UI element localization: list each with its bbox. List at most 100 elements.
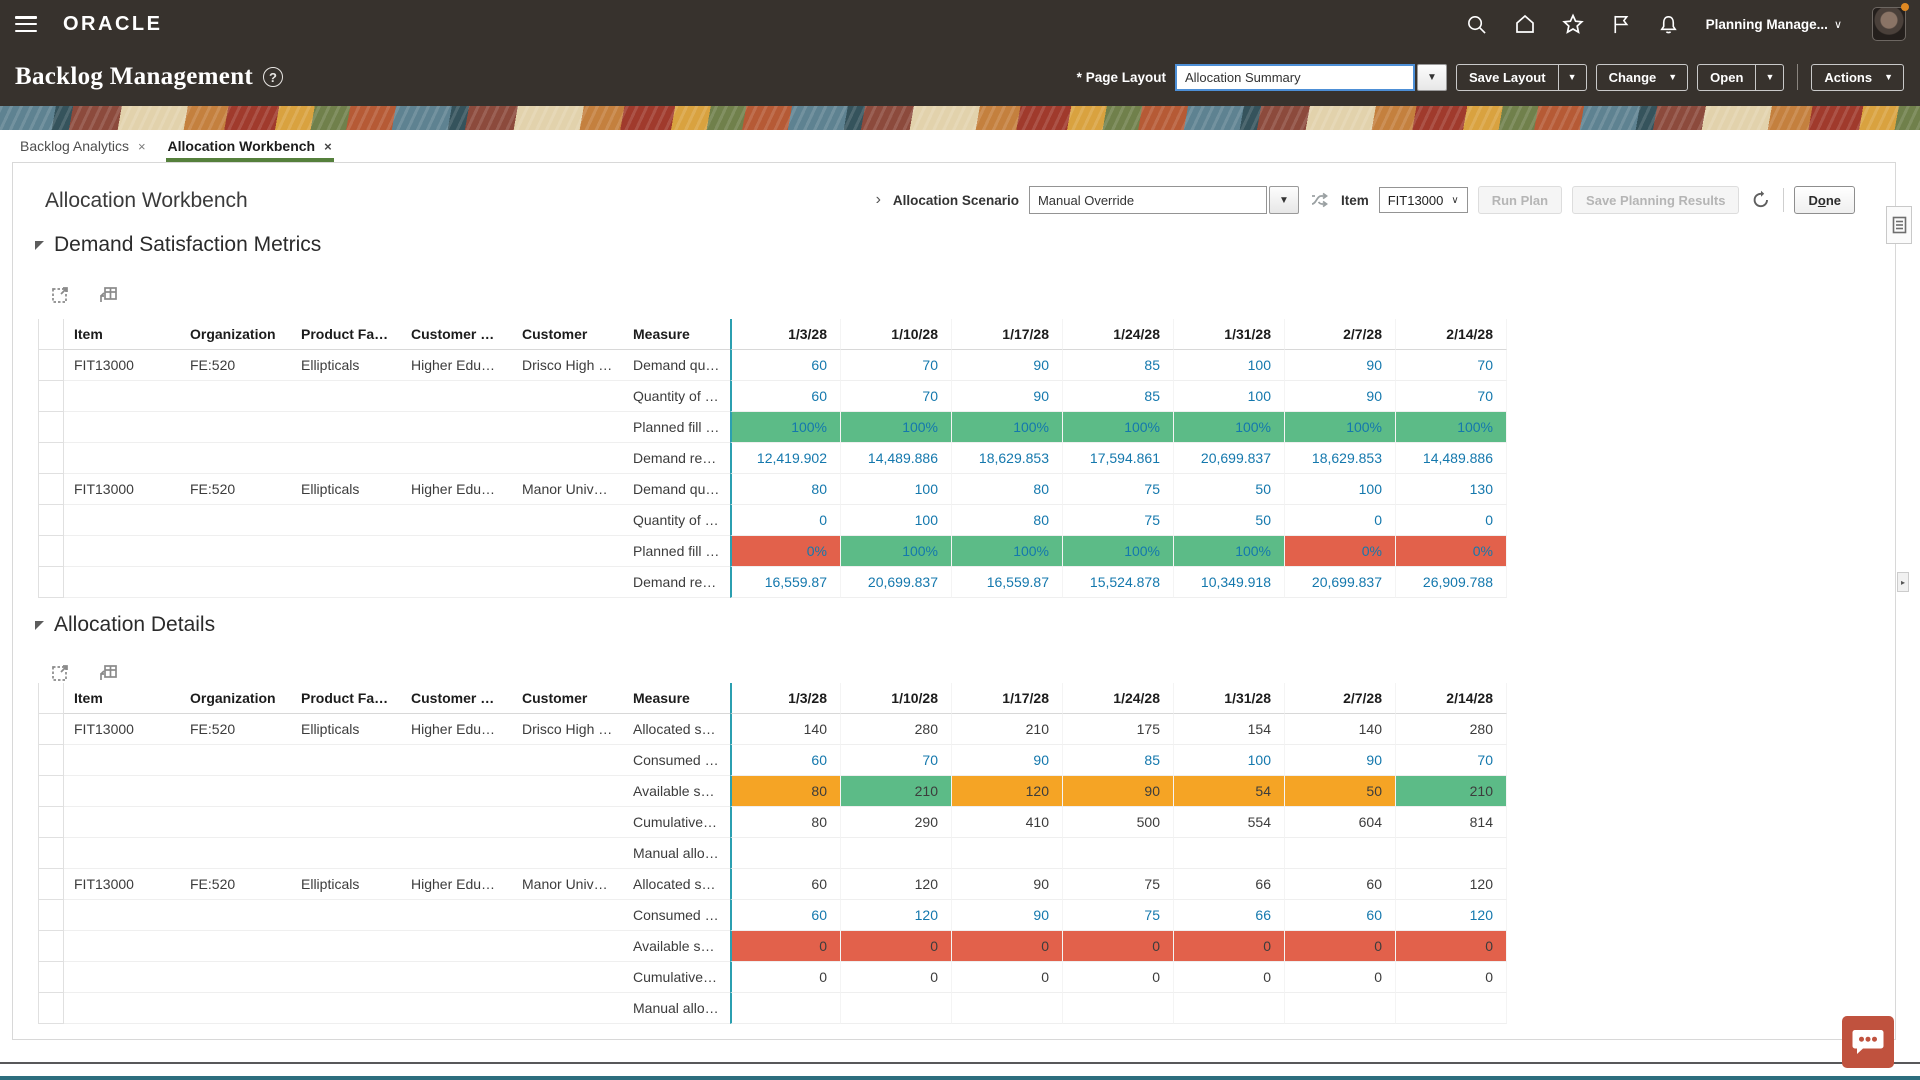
tab-backlog-analytics[interactable]: Backlog Analytics × xyxy=(18,130,148,162)
value-cell[interactable]: 60 xyxy=(730,869,841,900)
row-selector[interactable] xyxy=(38,869,64,900)
row-selector[interactable] xyxy=(38,807,64,838)
value-cell[interactable]: 75 xyxy=(1063,505,1174,536)
value-cell[interactable]: 80 xyxy=(952,474,1063,505)
value-cell[interactable]: 90 xyxy=(1285,381,1396,412)
value-cell[interactable]: 100 xyxy=(1174,350,1285,381)
value-cell[interactable]: 80 xyxy=(952,505,1063,536)
open-caret[interactable]: ▼ xyxy=(1755,64,1783,90)
close-icon[interactable]: × xyxy=(324,139,332,154)
value-cell[interactable]: 130 xyxy=(1396,474,1507,505)
value-cell[interactable]: 0 xyxy=(1285,931,1396,962)
value-cell[interactable]: 90 xyxy=(952,900,1063,931)
value-cell[interactable] xyxy=(730,993,841,1024)
value-cell[interactable]: 290 xyxy=(841,807,952,838)
actions-button[interactable]: Actions ▼ xyxy=(1811,63,1904,91)
row-selector[interactable] xyxy=(38,412,64,443)
favorites-star-icon[interactable] xyxy=(1561,13,1584,35)
value-cell[interactable]: 16,559.87 xyxy=(952,567,1063,598)
page-layout-dropdown-button[interactable]: ▼ xyxy=(1416,63,1447,91)
value-cell[interactable]: 90 xyxy=(1285,350,1396,381)
home-icon[interactable] xyxy=(1514,13,1536,35)
value-cell[interactable]: 100% xyxy=(952,412,1063,443)
side-panel-toggle[interactable] xyxy=(1886,206,1912,244)
value-cell[interactable]: 280 xyxy=(841,714,952,745)
row-selector[interactable] xyxy=(38,776,64,807)
value-cell[interactable]: 54 xyxy=(1174,776,1285,807)
search-icon[interactable] xyxy=(1466,13,1488,35)
value-cell[interactable]: 100 xyxy=(1174,745,1285,776)
value-cell[interactable] xyxy=(1063,838,1174,869)
value-cell[interactable]: 0 xyxy=(730,962,841,993)
value-cell[interactable]: 90 xyxy=(1285,745,1396,776)
value-cell[interactable]: 20,699.837 xyxy=(841,567,952,598)
scenario-dropdown-button[interactable]: ▼ xyxy=(1268,186,1299,214)
value-cell[interactable]: 0% xyxy=(730,536,841,567)
value-cell[interactable]: 140 xyxy=(1285,714,1396,745)
value-cell[interactable]: 14,489.886 xyxy=(1396,443,1507,474)
row-selector[interactable] xyxy=(38,993,64,1024)
value-cell[interactable]: 120 xyxy=(841,869,952,900)
refresh-undo-icon[interactable] xyxy=(1749,188,1773,212)
value-cell[interactable]: 410 xyxy=(952,807,1063,838)
value-cell[interactable] xyxy=(730,838,841,869)
value-cell[interactable] xyxy=(1285,993,1396,1024)
value-cell[interactable]: 120 xyxy=(841,900,952,931)
maximize-table-icon[interactable] xyxy=(49,283,71,305)
close-icon[interactable]: × xyxy=(138,139,146,154)
avatar[interactable] xyxy=(1872,7,1906,41)
value-cell[interactable] xyxy=(1285,838,1396,869)
compare-scenarios-icon[interactable] xyxy=(1309,189,1331,211)
value-cell[interactable]: 90 xyxy=(952,869,1063,900)
value-cell[interactable]: 60 xyxy=(730,381,841,412)
value-cell[interactable]: 0 xyxy=(730,931,841,962)
value-cell[interactable]: 70 xyxy=(841,350,952,381)
value-cell[interactable]: 0 xyxy=(952,962,1063,993)
value-cell[interactable]: 20,699.837 xyxy=(1174,443,1285,474)
value-cell[interactable]: 175 xyxy=(1063,714,1174,745)
run-plan-button[interactable]: Run Plan xyxy=(1477,186,1563,214)
value-cell[interactable]: 100 xyxy=(841,505,952,536)
value-cell[interactable] xyxy=(952,993,1063,1024)
row-selector[interactable] xyxy=(38,381,64,412)
value-cell[interactable]: 0 xyxy=(1396,931,1507,962)
value-cell[interactable]: 814 xyxy=(1396,807,1507,838)
value-cell[interactable]: 75 xyxy=(1063,869,1174,900)
value-cell[interactable]: 20,699.837 xyxy=(1285,567,1396,598)
value-cell[interactable]: 0 xyxy=(1174,931,1285,962)
detach-table-icon[interactable] xyxy=(97,283,119,305)
value-cell[interactable]: 50 xyxy=(1174,474,1285,505)
value-cell[interactable] xyxy=(952,838,1063,869)
row-selector[interactable] xyxy=(38,714,64,745)
value-cell[interactable]: 120 xyxy=(952,776,1063,807)
save-planning-results-button[interactable]: Save Planning Results xyxy=(1572,186,1740,214)
value-cell[interactable]: 100 xyxy=(1285,474,1396,505)
item-select[interactable]: FIT13000 ∨ xyxy=(1378,187,1468,213)
chat-feedback-button[interactable] xyxy=(1842,1016,1894,1068)
section-collapse-triangle[interactable] xyxy=(35,240,44,250)
save-layout-button[interactable]: Save Layout ▼ xyxy=(1455,63,1587,91)
value-cell[interactable]: 75 xyxy=(1063,900,1174,931)
scenario-disclosure-arrow[interactable]: › xyxy=(874,191,883,209)
value-cell[interactable]: 90 xyxy=(1063,776,1174,807)
value-cell[interactable]: 50 xyxy=(1285,776,1396,807)
value-cell[interactable]: 26,909.788 xyxy=(1396,567,1507,598)
tab-allocation-workbench[interactable]: Allocation Workbench × xyxy=(165,130,334,162)
value-cell[interactable]: 16,559.87 xyxy=(730,567,841,598)
value-cell[interactable]: 66 xyxy=(1174,900,1285,931)
value-cell[interactable]: 60 xyxy=(730,745,841,776)
value-cell[interactable]: 60 xyxy=(1285,900,1396,931)
row-selector[interactable] xyxy=(38,567,64,598)
value-cell[interactable]: 80 xyxy=(730,807,841,838)
value-cell[interactable]: 70 xyxy=(841,381,952,412)
row-selector[interactable] xyxy=(38,474,64,505)
value-cell[interactable]: 90 xyxy=(952,381,1063,412)
value-cell[interactable]: 154 xyxy=(1174,714,1285,745)
value-cell[interactable]: 604 xyxy=(1285,807,1396,838)
value-cell[interactable]: 70 xyxy=(1396,381,1507,412)
value-cell[interactable]: 18,629.853 xyxy=(1285,443,1396,474)
done-button[interactable]: Do ne xyxy=(1794,186,1855,214)
value-cell[interactable]: 10,349.918 xyxy=(1174,567,1285,598)
value-cell[interactable]: 100% xyxy=(1174,412,1285,443)
section-collapse-triangle[interactable] xyxy=(35,620,44,630)
